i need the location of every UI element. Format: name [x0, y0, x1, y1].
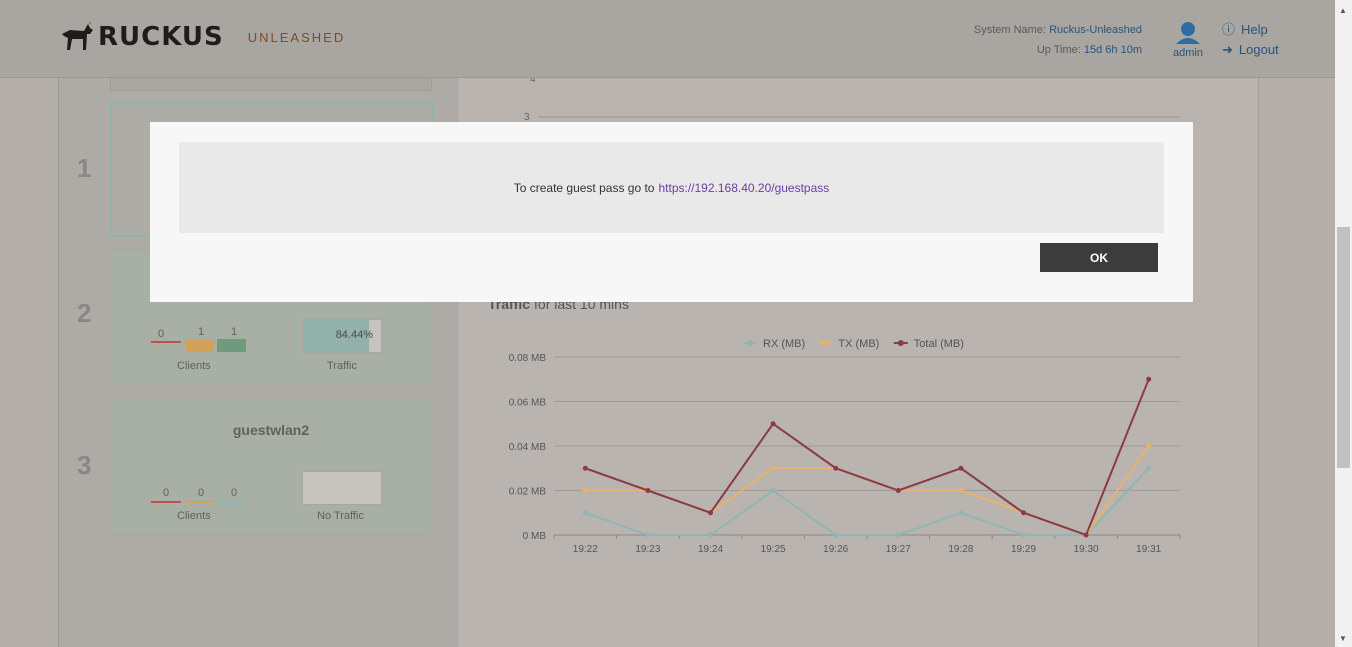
modal-overlay: To create guest pass go to https://192.1… — [0, 0, 1335, 647]
scroll-up-arrow-icon[interactable]: ▲ — [1339, 6, 1347, 15]
ok-button[interactable]: OK — [1040, 243, 1158, 272]
guestpass-link[interactable]: https://192.168.40.20/guestpass — [658, 181, 829, 195]
dialog-message-box: To create guest pass go to https://192.1… — [179, 142, 1164, 233]
scroll-thumb[interactable] — [1337, 227, 1350, 468]
page-scrollbar[interactable]: ▲ ▼ — [1335, 0, 1352, 647]
scroll-down-arrow-icon[interactable]: ▼ — [1339, 634, 1347, 643]
guest-pass-dialog: To create guest pass go to https://192.1… — [150, 122, 1193, 302]
dialog-message: To create guest pass go to — [513, 180, 655, 195]
